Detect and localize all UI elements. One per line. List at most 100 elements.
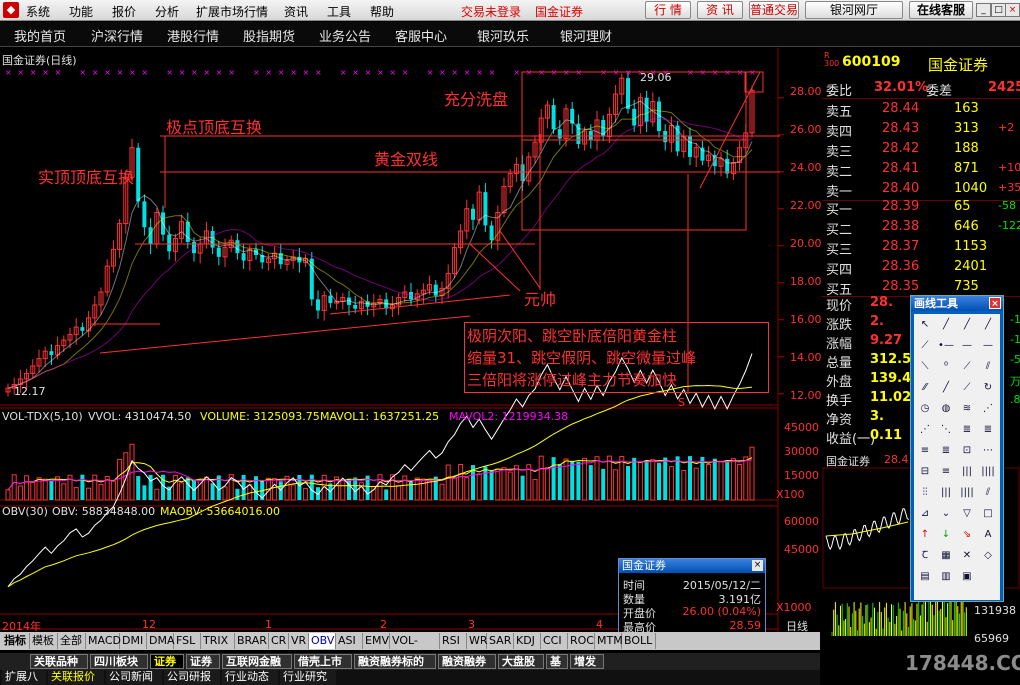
blank-tool-icon[interactable] [978,567,998,587]
tab-indicator-22[interactable]: BOLL [622,633,656,649]
clock-tool-icon[interactable]: ◷ [915,399,935,419]
tab-indicator-0[interactable]: 指标 [2,633,30,649]
vlines-4-tool-icon[interactable]: ||| [936,483,956,503]
trade-button[interactable]: 普通交易 [749,1,799,19]
tab-sector-5[interactable]: 借壳上市 [294,654,352,669]
quote-button[interactable]: 行 情 [645,1,691,19]
text-tool-icon[interactable]: A [978,525,998,545]
slope-tool-icon[interactable]: ╱ [936,378,956,398]
drawing-tools-panel[interactable]: 画线工具 × ↖ ╱ ╱ ╱ ⟋ •— — — ⟍ ⁰ ⟋ ⫽ ⁄⁄ ╱ ⟋ ↻ ◷ ◍ ≋ ⋰ ⋰ ⋱ ≣ ≣ ≡ ≣ ⊡ ⋯ ⊟ ≡ |… [910,295,1004,602]
sphere-tool-icon[interactable]: ◍ [936,399,956,419]
tab-indicator-6[interactable]: FSL [174,633,201,649]
chart-area[interactable]: × × × × × × × × × × × × × × × × × × × × × × × × × × × × × × × × × × × × × × × ×… [0,48,822,633]
tab-indicator-7[interactable]: TRIX [201,633,235,649]
ray-tool-icon[interactable]: ╱ [957,315,977,335]
tab-indicator-2[interactable]: 全部 [58,633,86,649]
point-tool-icon[interactable]: •— [936,336,956,356]
tab-sector-3[interactable]: 证券 [186,654,220,669]
menu-item-analysis[interactable]: 分析 [155,3,179,20]
down-triangle-tool-icon[interactable]: ▽ [957,504,977,524]
rect-tool-icon[interactable]: □ [978,504,998,524]
tab-indicator-5[interactable]: DMA [147,633,175,649]
online-service-button[interactable]: 在线客服 [909,1,973,19]
vlines-5-tool-icon[interactable]: |||| [957,483,977,503]
menu-item-help[interactable]: 帮助 [370,3,394,20]
vlines-3-tool-icon[interactable]: ⫶⫶ [915,483,935,503]
speed-tool-icon[interactable]: ⫽ [978,483,998,503]
nav-hk-market[interactable]: 港股行情 [167,26,219,45]
dots-tool-icon[interactable]: ⋯ [978,441,998,461]
tab-indicator-21[interactable]: MTM [595,633,623,649]
vlines-tool-icon[interactable]: ||| [957,462,977,482]
cycle-tool-icon[interactable]: ↻ [978,378,998,398]
tab-indicator-3[interactable]: MACD [86,633,121,649]
diag-tool-icon[interactable]: ⟍ [915,357,935,377]
image-tool-icon[interactable]: ▣ [957,567,977,587]
tab-indicator-20[interactable]: ROC [568,633,595,649]
text-2-tool-icon[interactable]: Ꞇ [915,546,935,566]
grid-tool-icon[interactable]: ≣ [957,420,977,440]
tab-sector-7[interactable]: 融资融券 [438,654,496,669]
select-tool-icon[interactable]: ↖ [915,315,935,335]
tab-info-1[interactable]: 关联报价 [48,670,104,685]
tab-indicator-13[interactable]: EMV [363,633,390,649]
tab-indicator-8[interactable]: BRAR [235,633,269,649]
lock-tool-icon[interactable]: ◇ [978,546,998,566]
up-arrow-tool-icon[interactable]: ↑ [915,525,935,545]
tab-sector-9[interactable]: 基 [546,654,568,669]
table-tool-icon[interactable]: ▥ [936,567,956,587]
fan-tool-icon[interactable]: ⋰ [978,399,998,419]
diag-arrow-tool-icon[interactable]: ⇘ [957,525,977,545]
tab-indicator-14[interactable]: VOL-TDX [390,633,440,662]
hline-tool-icon[interactable]: — [957,336,977,356]
fan-2-tool-icon[interactable]: ⋰ [915,420,935,440]
fan-3-tool-icon[interactable]: ⋱ [936,420,956,440]
news-button[interactable]: 资 讯 [697,1,743,19]
tab-sector-6[interactable]: 融资融券标的 [354,654,436,669]
tab-sector-10[interactable]: 增发 [570,654,604,669]
tab-indicator-10[interactable]: VR [289,633,309,649]
tab-indicator-16[interactable]: WR [467,633,488,649]
tab-sector-4[interactable]: 互联网金融 [222,654,292,669]
chan-tool-icon[interactable]: ⫽ [978,357,998,377]
down-arrow-tool-icon[interactable]: ↓ [936,525,956,545]
tab-info-3[interactable]: 公司研报 [164,670,220,685]
tab-info-5[interactable]: 行业研究 [280,670,336,685]
tab-indicator-15[interactable]: RSI [440,633,467,649]
tab-indicator-12[interactable]: ASI [336,633,363,649]
tools-close-icon[interactable]: × [989,297,1001,309]
tab-indicator-4[interactable]: DMI [120,633,147,649]
tab-sector-8[interactable]: 大盘股 [498,654,544,669]
maximize-icon[interactable]: □ [991,3,1006,17]
nav-index-futures[interactable]: 股指期货 [243,26,295,45]
popup-close-icon[interactable]: × [752,560,763,571]
tab-indicator-1[interactable]: 模板 [30,633,58,649]
grid-3-tool-icon[interactable]: ≡ [915,441,935,461]
delete-tool-icon[interactable]: ✕ [957,546,977,566]
tab-indicator-9[interactable]: CR [269,633,289,649]
tab-indicator-18[interactable]: KDJ [514,633,541,649]
tab-sector-0[interactable]: 关联品种 [30,654,88,669]
tab-indicator-19[interactable]: CCI [541,633,568,649]
menu-item-function[interactable]: 功能 [69,3,93,20]
wave-tool-icon[interactable]: ≋ [957,399,977,419]
nav-hs-market[interactable]: 沪深行情 [91,26,143,45]
nav-galaxy-finance[interactable]: 银河理财 [560,26,612,45]
fib-label-tool-icon[interactable]: ⁰ [936,357,956,377]
popup-header[interactable]: 国金证券 × [619,559,765,573]
minimize-icon[interactable]: _ [976,3,991,17]
tab-sector-1[interactable]: 四川板块 [90,654,148,669]
grid-2-tool-icon[interactable]: ≣ [978,420,998,440]
band-tool-icon[interactable]: ⊟ [915,462,935,482]
box-label-tool-icon[interactable]: ⊡ [957,441,977,461]
close-icon[interactable]: × [1005,3,1020,17]
list-tool-icon[interactable]: ▤ [915,567,935,587]
nav-home[interactable]: 我的首页 [14,26,66,45]
tab-info-4[interactable]: 行业动态 [222,670,278,685]
lines-tool-icon[interactable]: ≡ [936,462,956,482]
triangle-tool-icon[interactable]: ⊿ [915,504,935,524]
fill-tool-icon[interactable]: ▦ [936,546,956,566]
menu-item-news[interactable]: 资讯 [284,3,308,20]
gann-tool-icon[interactable]: ⁄⁄ [915,378,935,398]
menu-item-quote[interactable]: 报价 [112,3,136,20]
